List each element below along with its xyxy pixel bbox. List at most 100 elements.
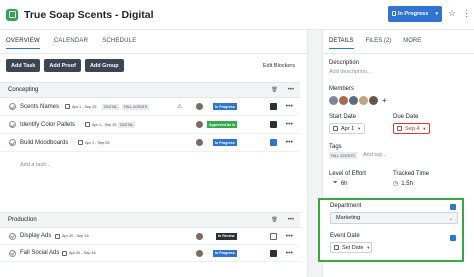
status-badge[interactable]: Approved As Is — [207, 121, 238, 128]
start-date-label: Start Date — [329, 114, 357, 120]
chevron-down-icon: ▼ — [422, 126, 427, 131]
add-task-input[interactable]: Add a task... — [0, 152, 300, 178]
proof-icon[interactable] — [270, 232, 277, 240]
members-list: + — [329, 96, 387, 105]
event-date-picker[interactable]: Set Date ▼ — [330, 242, 372, 253]
complete-check-icon[interactable] — [9, 121, 16, 128]
task-date-range: Apr 1 - Sep 25 — [92, 122, 117, 127]
more-icon[interactable]: ••• — [288, 87, 294, 93]
complete-check-icon[interactable] — [9, 103, 16, 110]
proof-icon[interactable] — [270, 139, 277, 146]
complete-check-icon[interactable] — [9, 249, 16, 257]
add-member-icon[interactable]: + — [382, 96, 387, 105]
level-of-effort-value[interactable]: ⏷ 6h — [333, 180, 348, 187]
task-row[interactable]: Scents Names Apr 1 - Sep 25 DIGITAL FALL… — [0, 98, 300, 116]
task-row[interactable]: Display Ads Apr 20 - Sep 16 In Review ••… — [0, 228, 300, 245]
trash-icon[interactable]: 🗑 — [271, 87, 277, 93]
tracked-time-text: 1.5h — [401, 180, 413, 187]
due-date-value: Sep 4 — [405, 125, 420, 132]
group-header[interactable]: Production 🗑 ••• — [0, 212, 300, 228]
calendar-icon — [65, 104, 70, 109]
more-icon[interactable]: ••• — [286, 121, 293, 128]
task-row[interactable]: Identify Color Pallets Apr 1 - Sep 25 DI… — [0, 116, 300, 134]
project-header: True Soap Scents - Digital In Progress ▾… — [0, 0, 474, 30]
proof-icon[interactable] — [270, 121, 277, 128]
add-group-button[interactable]: Add Group — [84, 59, 124, 72]
proof-icon[interactable] — [270, 249, 277, 257]
task-name[interactable]: Fall Social Ads — [20, 250, 59, 256]
status-badge[interactable]: In Progress — [213, 103, 237, 110]
more-icon[interactable]: ••• — [286, 103, 293, 110]
member-avatar[interactable] — [339, 96, 348, 105]
task-name[interactable]: Display Ads — [20, 233, 51, 239]
member-avatar[interactable] — [349, 96, 358, 105]
more-icon[interactable]: ••• — [288, 217, 294, 223]
more-icon[interactable]: ••• — [286, 139, 293, 146]
calendar-icon — [78, 140, 83, 145]
members-label: Members — [329, 86, 355, 92]
tab-files[interactable]: FILES (2) — [366, 38, 392, 49]
status-badge[interactable]: In Review — [216, 232, 237, 240]
task-row[interactable]: Fall Social Ads Apr 20 - Sep 16 In Progr… — [0, 245, 300, 262]
task-dates: Apr 20 - Sep 16 — [62, 250, 96, 256]
tags-label: Tags — [329, 144, 342, 150]
assignee-avatar[interactable] — [196, 103, 203, 110]
status-button[interactable]: In Progress ▾ — [388, 6, 442, 22]
more-icon[interactable]: ••• — [286, 233, 293, 240]
group-title: Concepting — [8, 87, 39, 93]
assignee-avatar[interactable] — [196, 121, 203, 128]
task-name[interactable]: Build Moodboards — [20, 140, 68, 146]
complete-check-icon[interactable] — [9, 139, 16, 146]
task-name[interactable]: Identify Color Pallets — [20, 122, 75, 128]
calendar-icon — [62, 250, 67, 256]
member-avatar[interactable] — [369, 96, 378, 105]
chevron-down-icon: ⌄ — [448, 216, 453, 222]
group-header[interactable]: Concepting 🗑 ••• — [0, 82, 300, 98]
task-tag: FALL SCENTS — [122, 103, 150, 110]
task-group-production: Production 🗑 ••• Display Ads Apr 20 - Se… — [0, 212, 300, 262]
task-dates: Apr 1 - Sep 25 — [65, 104, 96, 109]
member-avatar[interactable] — [329, 96, 338, 105]
tab-calendar[interactable]: CALENDAR — [54, 38, 88, 49]
status-badge[interactable]: In Progress — [213, 139, 237, 146]
field-info-icon[interactable] — [450, 235, 456, 241]
complete-check-icon[interactable] — [9, 232, 16, 240]
more-icon[interactable]: ⋮ — [462, 8, 471, 19]
edit-blockers-link[interactable]: Edit Blockers — [263, 63, 295, 69]
tracked-time-value[interactable]: ◷ 1.5h — [393, 180, 413, 188]
group-title: Production — [8, 217, 37, 223]
tab-details[interactable]: DETAILS — [329, 38, 354, 49]
task-name[interactable]: Scents Names — [20, 104, 59, 110]
tab-schedule[interactable]: SCHEDULE — [102, 38, 136, 49]
tag-chip[interactable]: FALL SCENTS — [329, 152, 357, 159]
tabs-divider — [0, 53, 307, 54]
assignee-avatar[interactable] — [196, 139, 203, 146]
description-field[interactable]: Add description... — [329, 69, 372, 75]
member-avatar[interactable] — [359, 96, 368, 105]
tabs-divider — [323, 53, 474, 54]
task-row[interactable]: Build Moodboards Apr 1 - Sep 25 In Progr… — [0, 134, 300, 152]
task-tag: DIGITAL — [102, 103, 120, 110]
tab-overview[interactable]: OVERVIEW — [6, 38, 40, 49]
assignee-avatar[interactable] — [196, 232, 203, 240]
level-of-effort-text: 6h — [340, 180, 348, 187]
add-proof-button[interactable]: Add Proof — [44, 59, 81, 72]
tab-more[interactable]: MORE — [403, 38, 421, 49]
department-select[interactable]: Marketing ⌄ — [330, 212, 458, 224]
proof-icon[interactable] — [270, 103, 277, 110]
clock-icon: ◷ — [393, 181, 399, 187]
more-icon[interactable]: ••• — [286, 250, 293, 257]
star-icon[interactable]: ☆ — [448, 8, 456, 19]
task-date-range: Apr 1 - Sep 25 — [85, 140, 110, 145]
assignee-avatar[interactable] — [196, 249, 203, 257]
start-date-picker[interactable]: Apr 1 ▼ — [329, 123, 366, 134]
start-date-value: Apr 1 — [341, 125, 355, 132]
calendar-icon — [55, 233, 60, 239]
description-label: Description — [329, 60, 360, 66]
add-task-button[interactable]: Add Task — [6, 59, 41, 72]
field-info-icon[interactable] — [450, 204, 456, 210]
add-tag-input[interactable]: Add tag... — [363, 152, 387, 158]
trash-icon[interactable]: 🗑 — [271, 217, 277, 223]
due-date-picker[interactable]: Sep 4 ▼ — [393, 123, 431, 134]
status-badge[interactable]: In Progress — [213, 249, 237, 257]
